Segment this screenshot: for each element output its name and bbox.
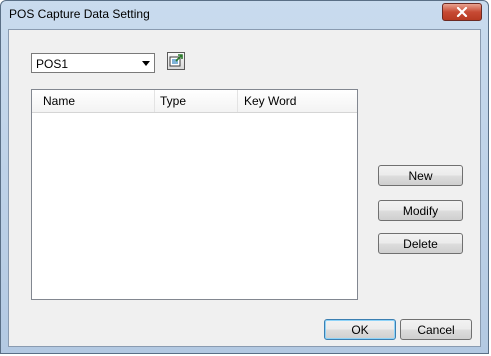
export-icon bbox=[169, 54, 183, 67]
dialog-window: POS Capture Data Setting POS1 Name Type bbox=[0, 0, 489, 354]
column-header-keyword[interactable]: Key Word bbox=[244, 94, 296, 108]
modify-button[interactable]: Modify bbox=[378, 200, 463, 221]
export-button[interactable] bbox=[167, 52, 185, 70]
close-button[interactable] bbox=[442, 3, 482, 21]
pos-data-list[interactable]: Name Type Key Word bbox=[31, 89, 358, 300]
chevron-down-icon bbox=[142, 61, 150, 66]
new-button[interactable]: New bbox=[378, 165, 463, 186]
pos-select-value: POS1 bbox=[36, 57, 69, 71]
title-bar[interactable]: POS Capture Data Setting bbox=[1, 1, 488, 28]
cancel-button[interactable]: Cancel bbox=[400, 319, 472, 340]
list-header: Name Type Key Word bbox=[32, 90, 357, 113]
column-separator[interactable] bbox=[237, 90, 238, 112]
close-icon bbox=[456, 7, 468, 17]
column-header-type[interactable]: Type bbox=[160, 94, 186, 108]
ok-button[interactable]: OK bbox=[324, 319, 396, 340]
window-title: POS Capture Data Setting bbox=[9, 7, 150, 21]
column-header-name[interactable]: Name bbox=[43, 94, 75, 108]
pos-select[interactable]: POS1 bbox=[31, 53, 155, 73]
dialog-body: POS1 Name Type Key Word New Modify Delet… bbox=[8, 29, 481, 347]
column-separator[interactable] bbox=[154, 90, 155, 112]
delete-button[interactable]: Delete bbox=[378, 233, 463, 254]
